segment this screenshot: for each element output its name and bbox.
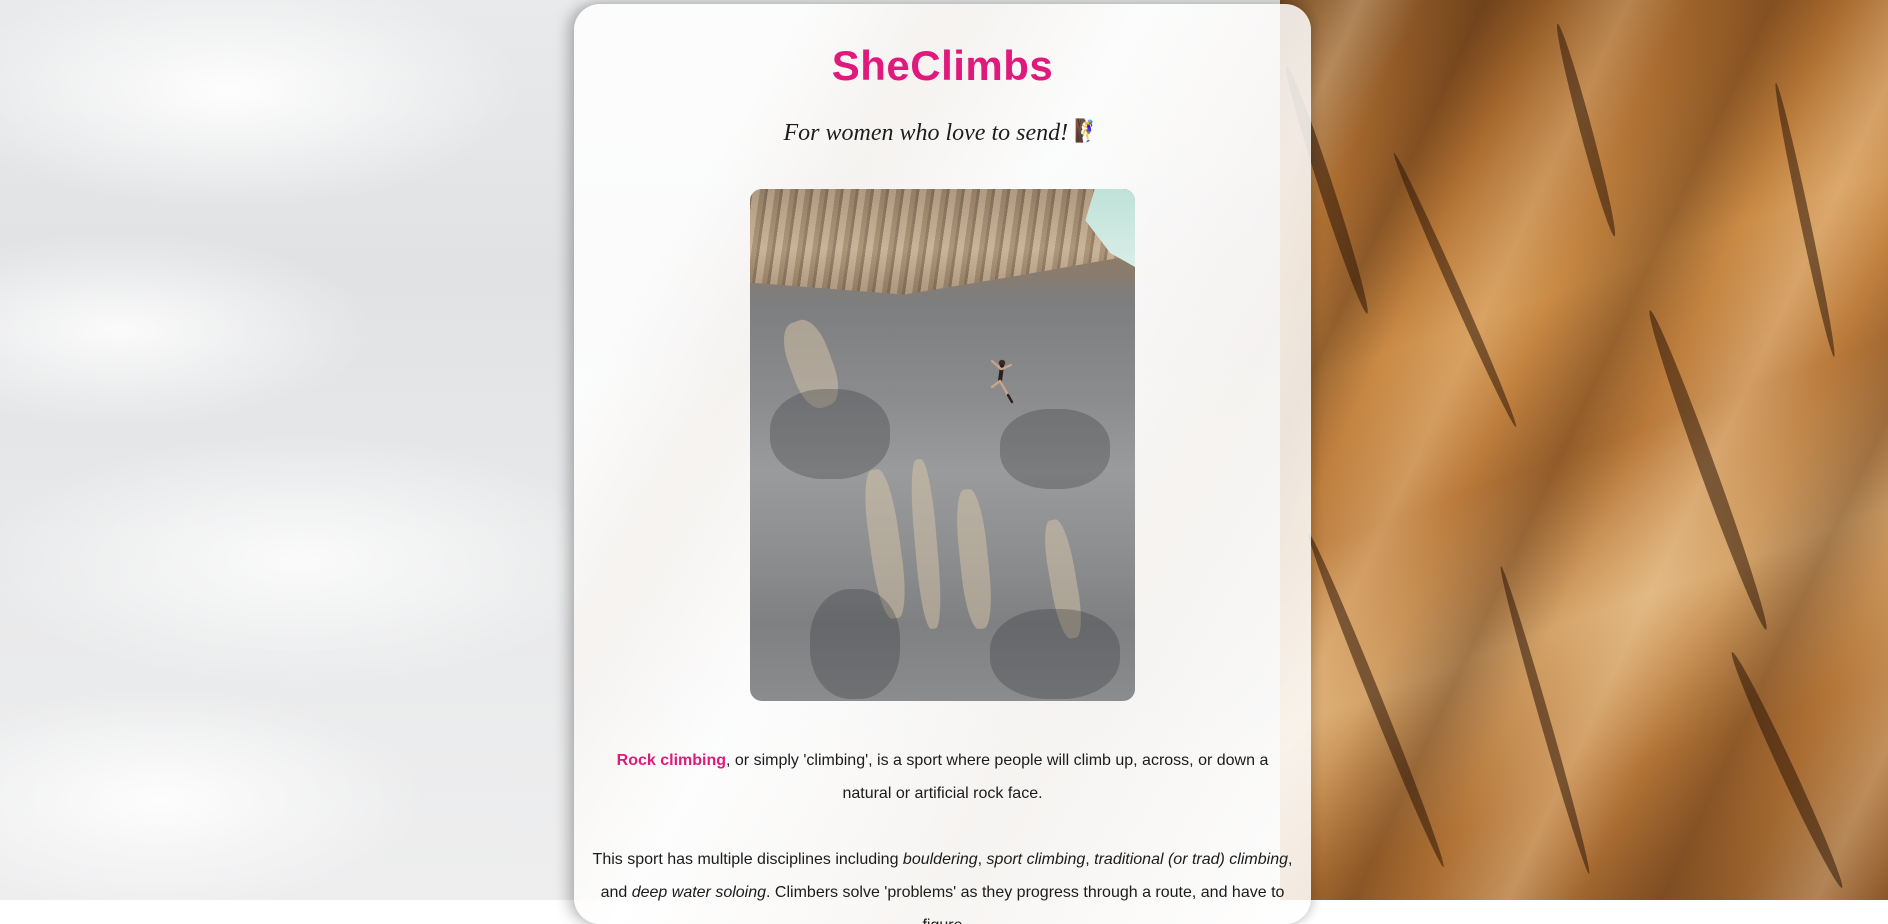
photo-rock-streak bbox=[907, 458, 945, 630]
site-title: SheClimbs bbox=[831, 42, 1054, 89]
intro-text: , or simply 'climbing', is a sport where… bbox=[726, 752, 1269, 802]
tagline: For women who love to send! 🧗‍♀️ bbox=[574, 118, 1311, 147]
photo-rock-shade bbox=[990, 609, 1120, 699]
discipline-deep-water-soloing: deep water soloing bbox=[631, 884, 767, 901]
hero-photo bbox=[750, 189, 1135, 701]
discipline-separator: , bbox=[1085, 851, 1095, 868]
disciplines-lead: This sport has multiple disciplines incl… bbox=[592, 851, 903, 868]
photo-rock-shade bbox=[1000, 409, 1110, 489]
discipline-trad-climbing: traditional (or trad) climbing bbox=[1094, 851, 1288, 868]
disciplines-paragraph: This sport has multiple disciplines incl… bbox=[586, 843, 1299, 924]
discipline-separator: , bbox=[977, 851, 987, 868]
climber-figure-icon bbox=[990, 359, 1014, 404]
tagline-text: For women who love to send! bbox=[783, 120, 1069, 146]
rock-wall-background bbox=[1280, 0, 1888, 900]
photo-rock-shade bbox=[770, 389, 890, 479]
climber-emoji-icon: 🧗‍♀️ bbox=[1074, 118, 1102, 143]
photo-overhang bbox=[750, 189, 1135, 295]
photo-rock-streak bbox=[952, 487, 996, 631]
intro-paragraph: Rock climbing, or simply 'climbing', is … bbox=[602, 744, 1283, 810]
discipline-sport-climbing: sport climbing bbox=[986, 851, 1086, 868]
photo-rock-shade bbox=[810, 589, 900, 699]
disciplines-tail: . Climbers solve 'problems' as they prog… bbox=[766, 884, 1285, 924]
discipline-bouldering: bouldering bbox=[902, 851, 978, 868]
content-card: SheClimbs For women who love to send! 🧗‍♀… bbox=[574, 4, 1311, 924]
rock-climbing-link[interactable]: Rock climbing bbox=[617, 752, 726, 769]
